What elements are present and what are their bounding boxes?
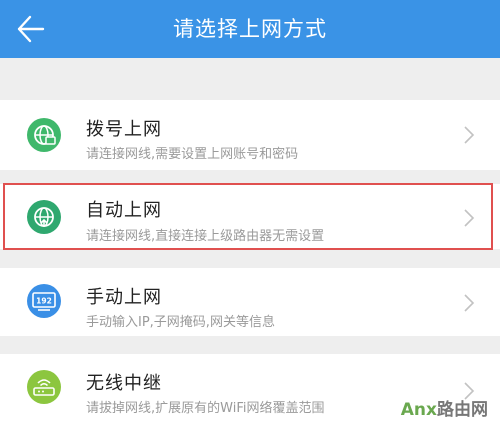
option-title: 手动上网 — [86, 287, 162, 308]
globe-auto-icon — [27, 200, 61, 234]
globe-dialup-icon — [27, 118, 61, 152]
chevron-right-icon — [463, 293, 475, 313]
title-bar: 请选择上网方式 — [0, 0, 500, 58]
option-subtitle: 手动输入IP,子网掩码,网关等信息 — [86, 315, 275, 330]
chevron-right-icon — [463, 208, 475, 228]
option-subtitle: 请拔掉网线,扩展原有的WiFi网络覆盖范围 — [86, 401, 325, 416]
watermark-latin: Anx — [400, 400, 437, 420]
monitor-192-icon: 192 — [27, 284, 61, 318]
option-manual[interactable]: 192 手动上网 手动输入IP,子网掩码,网关等信息 — [0, 268, 500, 336]
option-auto[interactable]: 自动上网 请连接网线,直接连接上级路由器无需设置 — [0, 184, 500, 249]
page-title: 请选择上网方式 — [173, 17, 327, 41]
option-dialup[interactable]: 拨号上网 请连接网线,需要设置上网账号和密码 — [0, 100, 500, 170]
router-wifi-icon — [27, 370, 61, 404]
option-title: 自动上网 — [86, 200, 162, 221]
option-subtitle: 请连接网线,直接连接上级路由器无需设置 — [86, 229, 325, 244]
option-title: 拨号上网 — [86, 119, 162, 140]
option-subtitle: 请连接网线,需要设置上网账号和密码 — [86, 147, 299, 162]
option-title: 无线中继 — [86, 373, 162, 394]
icon-label: 192 — [36, 297, 52, 306]
chevron-right-icon — [463, 125, 475, 145]
site-watermark: Anx路由网 — [401, 395, 488, 420]
watermark-chinese: 路由网 — [437, 400, 488, 420]
